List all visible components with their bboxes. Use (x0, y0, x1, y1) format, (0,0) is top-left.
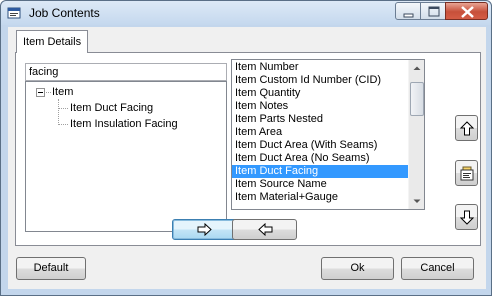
close-icon (461, 6, 474, 18)
close-button[interactable] (445, 2, 488, 20)
list-scrollbar[interactable] (408, 60, 424, 209)
move-down-button[interactable] (455, 204, 478, 230)
add-field-button[interactable] (172, 219, 237, 240)
tree-connector (58, 108, 68, 109)
ok-button[interactable]: Ok (321, 257, 394, 280)
list-item[interactable]: Item Custom Id Number (CID) (232, 74, 409, 87)
dialog-client-area: Item Details facing Item Item Duct Facin… (8, 27, 486, 289)
move-up-button[interactable] (455, 115, 478, 141)
arrow-up-icon (460, 121, 474, 136)
arrow-right-icon (197, 223, 212, 236)
fields-list[interactable]: Item Number Item Custom Id Number (CID) … (231, 59, 425, 210)
tree-node-child[interactable]: Item Duct Facing (70, 101, 153, 115)
app-icon (7, 7, 21, 19)
tree-connector (58, 99, 59, 125)
tab-pane-item-details: facing Item Item Duct Facing Item Insula… (15, 52, 481, 246)
collapse-icon[interactable] (36, 88, 45, 97)
job-contents-window: Job Contents Item Details facing Item It… (0, 0, 492, 296)
arrow-left-icon (258, 223, 273, 236)
item-tree[interactable]: Item Item Duct Facing Item Insulation Fa… (25, 81, 227, 232)
list-item[interactable]: Item Notes (232, 100, 409, 113)
scroll-thumb[interactable] (410, 82, 424, 116)
scroll-up-icon[interactable] (409, 60, 425, 76)
title-bar[interactable]: Job Contents (1, 1, 491, 25)
list-item[interactable]: Item Number (232, 61, 409, 74)
tab-item-details[interactable]: Item Details (16, 30, 89, 53)
cancel-button-label: Cancel (420, 262, 455, 274)
list-item[interactable]: Item Source Name (232, 178, 409, 191)
maximize-button[interactable] (420, 2, 446, 20)
minimize-button[interactable] (395, 2, 421, 20)
tree-connector (46, 92, 51, 93)
properties-icon (460, 166, 474, 181)
list-item[interactable]: Item Area (232, 126, 409, 139)
maximize-icon (428, 6, 440, 17)
tree-node-item[interactable]: Item (52, 85, 73, 99)
list-item[interactable]: Item Duct Area (With Seams) (232, 139, 409, 152)
tree-connector (58, 124, 68, 125)
list-item[interactable]: Item Parts Nested (232, 113, 409, 126)
list-item-selected[interactable]: Item Duct Facing (232, 165, 409, 178)
scroll-down-icon[interactable] (409, 193, 425, 209)
ok-button-label: Ok (350, 262, 365, 274)
default-button-label: Default (33, 262, 69, 274)
minimize-icon (403, 13, 414, 18)
list-item[interactable]: Item Material+Gauge (232, 191, 409, 204)
remove-field-button[interactable] (232, 219, 297, 240)
search-input[interactable]: facing (25, 63, 227, 81)
list-item[interactable]: Item Duct Area (No Seams) (232, 152, 409, 165)
properties-button[interactable] (455, 160, 478, 186)
arrow-down-icon (460, 210, 474, 225)
cancel-button[interactable]: Cancel (401, 257, 474, 280)
tree-node-child[interactable]: Item Insulation Facing (70, 117, 178, 131)
window-title: Job Contents (29, 6, 100, 20)
list-item[interactable]: Item Quantity (232, 87, 409, 100)
default-button[interactable]: Default (16, 257, 86, 280)
